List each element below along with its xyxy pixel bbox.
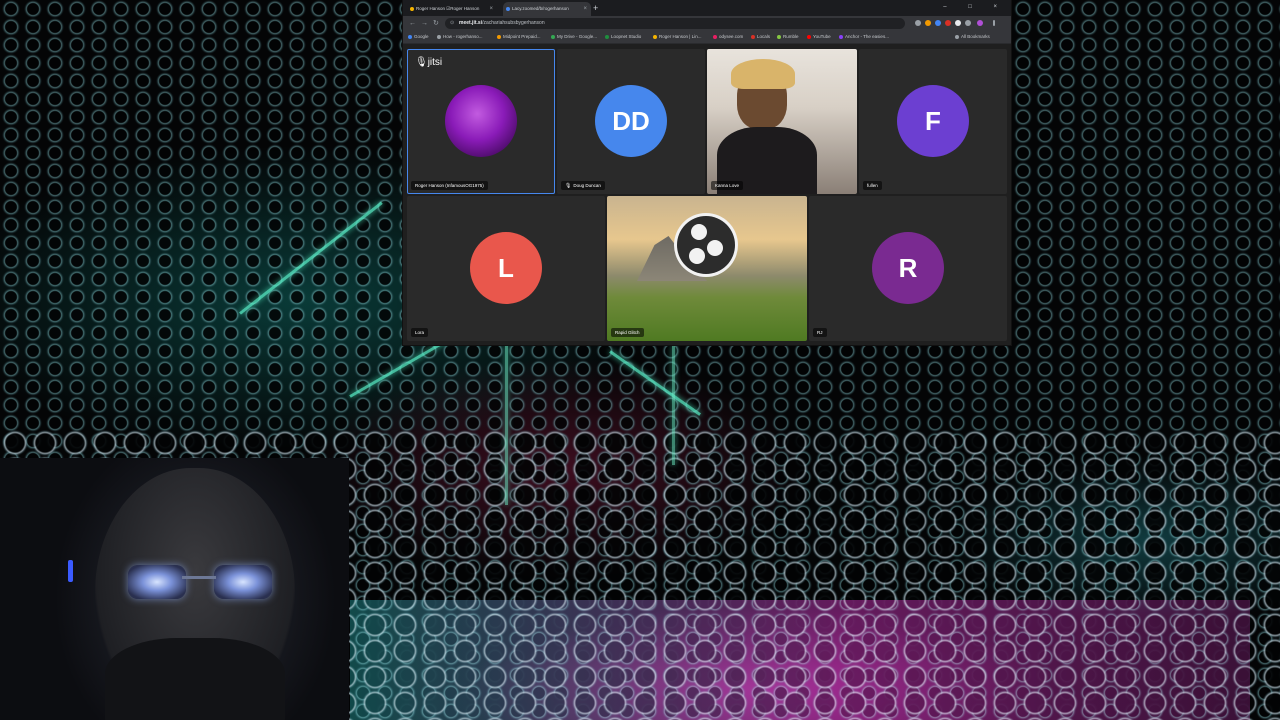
browser-window: Roger Hanson ☑Roger Hanson × Lacy.zoomed…: [403, 0, 1011, 345]
participant-avatar: F: [897, 85, 969, 157]
browser-tab-roger-hanson[interactable]: Roger Hanson ☑Roger Hanson ×: [407, 2, 497, 16]
close-icon[interactable]: ×: [583, 2, 587, 16]
reload-icon[interactable]: ↻: [433, 18, 439, 29]
participant-name-plate: 🎙 Doug Duncan: [561, 181, 605, 190]
wallpaper-light-beam: [672, 345, 675, 465]
wallpaper-glow: [350, 600, 1250, 720]
tab-label: Roger Hanson ☑Roger Hanson: [416, 6, 480, 11]
bookmark-item[interactable]: YouTube: [807, 31, 831, 43]
glasses-lens-left: [128, 565, 186, 599]
bookmark-icon: [605, 35, 609, 39]
forward-arrow-icon[interactable]: →: [421, 18, 428, 29]
anchor-icon: [839, 35, 843, 39]
bookmarks-bar: Google How - rogerhanso... Midpoint Prep…: [403, 31, 1011, 44]
tab-label: Lacy.zoomed/b/rogerhanson: [512, 6, 569, 11]
glasses-lens-right: [214, 565, 272, 599]
bookmark-item[interactable]: Midpoint Prepaid...: [497, 31, 541, 43]
lock-icon: ⊙: [450, 20, 455, 26]
rumble-icon: [777, 35, 781, 39]
address-bar[interactable]: ⊙ meet.jit.si/zachariahsubsbygerhanson: [445, 18, 905, 29]
bookmark-google[interactable]: Google: [408, 31, 429, 43]
participant-tile-kanna[interactable]: Kanna Love: [707, 49, 857, 194]
webcam-beard: [105, 638, 285, 720]
google-icon: [408, 35, 412, 39]
extension-icon[interactable]: [945, 20, 951, 26]
favicon-icon: [410, 7, 414, 11]
bookmark-item[interactable]: Loopnet Studio: [605, 31, 641, 43]
bookmark-item[interactable]: How - rogerhanso...: [437, 31, 483, 43]
bookmark-item[interactable]: Rumble: [777, 31, 799, 43]
participant-name: RJ: [813, 328, 827, 337]
participant-tile-rapid-glitch[interactable]: Rapid Glitch: [607, 196, 807, 341]
back-arrow-icon[interactable]: ←: [409, 18, 416, 29]
bookmark-item[interactable]: odysee.com: [713, 31, 743, 43]
participant-name: Roger Hanson (InfamousOG1975): [411, 181, 488, 190]
bookmark-item[interactable]: My Drive - Google...: [551, 31, 597, 43]
participant-video: [445, 85, 517, 157]
url-domain: meet.jit.si: [459, 20, 483, 26]
bookmark-icon: [653, 35, 657, 39]
browser-tab-meeting[interactable]: Lacy.zoomed/b/rogerhanson ×: [503, 2, 591, 16]
participant-video-hair: [731, 59, 795, 89]
participant-tile-rj[interactable]: R RJ: [809, 196, 1007, 341]
participant-name: fullen: [863, 181, 882, 190]
all-bookmarks[interactable]: All Bookmarks: [955, 31, 990, 43]
participant-name: Rapid Glitch: [611, 328, 644, 337]
participant-name: Kanna Love: [711, 181, 744, 190]
mic-muted-icon: 🎙: [565, 183, 572, 189]
headset-mic-light: [68, 560, 73, 582]
extension-icon[interactable]: [955, 20, 961, 26]
extension-icon[interactable]: [935, 20, 941, 26]
new-tab-icon[interactable]: +: [593, 1, 598, 15]
bookmark-icon: [497, 35, 501, 39]
favicon-icon: [506, 7, 510, 11]
tab-strip: Roger Hanson ☑Roger Hanson × Lacy.zoomed…: [403, 0, 1011, 16]
close-icon[interactable]: ×: [489, 2, 493, 16]
bookmark-item[interactable]: Locals: [751, 31, 770, 43]
webcam-overlay: [0, 458, 349, 720]
drive-icon: [551, 35, 555, 39]
obs-logo-icon: [677, 216, 735, 274]
participant-avatar: R: [872, 232, 944, 304]
puzzle-icon[interactable]: [965, 20, 971, 26]
extension-icon[interactable]: [915, 20, 921, 26]
odysee-icon: [713, 35, 717, 39]
profile-avatar-icon[interactable]: [977, 20, 983, 26]
participant-tile-doug[interactable]: DD 🎙 Doug Duncan: [557, 49, 705, 194]
bookmark-item[interactable]: Anchor - The easies...: [839, 31, 889, 43]
bookmark-icon: [437, 35, 441, 39]
youtube-icon: [807, 35, 811, 39]
url-path: /zachariahsubsbygerhanson: [482, 20, 545, 26]
participant-name: Lora: [411, 328, 429, 337]
wallpaper-light-beam: [505, 345, 508, 505]
participant-avatar: DD: [595, 85, 667, 157]
browser-toolbar: ← → ↻ ⊙ meet.jit.si/zachariahsubsbygerha…: [403, 16, 1011, 31]
participant-avatar: L: [470, 232, 542, 304]
locals-icon: [751, 35, 755, 39]
jitsi-meeting: 🎙jitsi Roger Hanson (InfamousOG1975) DD …: [403, 44, 1011, 345]
participant-name: Doug Duncan: [573, 183, 601, 188]
participant-tile-fullen[interactable]: F fullen: [859, 49, 1007, 194]
glasses-bridge: [182, 576, 216, 579]
bookmark-item[interactable]: Roger Hanson | Lin...: [653, 31, 701, 43]
folder-icon: [955, 35, 959, 39]
window-controls[interactable]: – □ ×: [943, 0, 1007, 14]
extension-icon[interactable]: [925, 20, 931, 26]
participant-tile-roger[interactable]: 🎙jitsi Roger Hanson (InfamousOG1975): [407, 49, 555, 194]
jitsi-logo: 🎙jitsi: [415, 57, 443, 68]
menu-kebab-icon[interactable]: [993, 20, 995, 26]
participant-tile-lora[interactable]: L Lora: [407, 196, 605, 341]
